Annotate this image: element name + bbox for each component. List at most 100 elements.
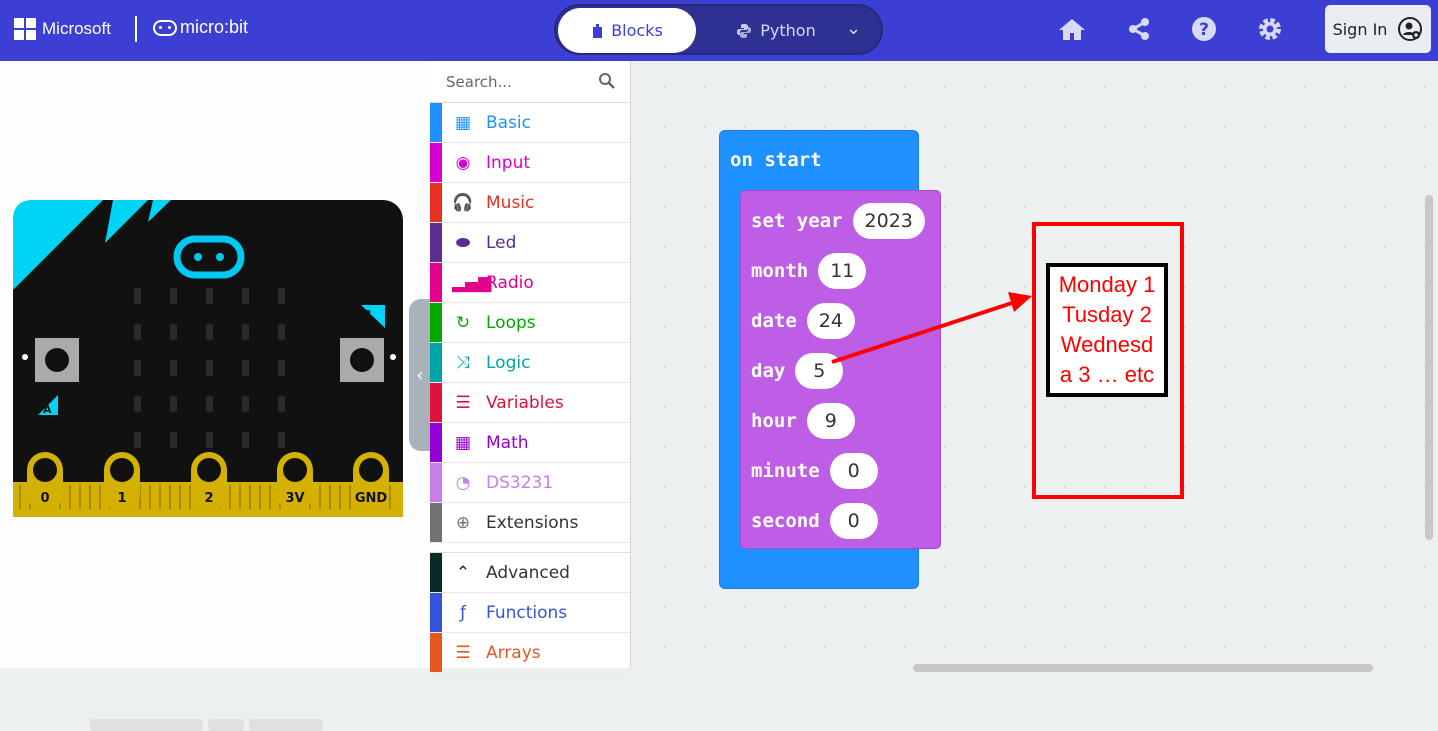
sign-in-label: Sign In: [1332, 19, 1388, 39]
sim-more-button[interactable]: [249, 719, 323, 731]
search-icon[interactable]: [598, 72, 616, 90]
block-row: second 0: [751, 503, 878, 539]
calculator-icon: ▦: [454, 432, 472, 453]
category-label: DS3231: [486, 472, 554, 493]
row-label: month: [751, 260, 809, 282]
category-math[interactable]: ▦ Math: [430, 423, 630, 463]
value-input[interactable]: 11: [818, 253, 867, 289]
divider: [135, 16, 137, 42]
user-icon: [1398, 17, 1423, 41]
share-icon[interactable]: [1124, 14, 1154, 44]
annotation-line: Wednesd: [1060, 332, 1154, 357]
vertical-scrollbar[interactable]: [1425, 195, 1433, 540]
header: Microsoft micro:bit Blocks Python ⌄ ? Si…: [0, 0, 1438, 61]
pin-GND[interactable]: GND: [353, 452, 389, 512]
annotation-line: Monday 1: [1058, 272, 1156, 297]
simulator-panel: A B 0 1 2 3V GND: [0, 61, 430, 731]
row-label: day: [751, 360, 786, 382]
tab-python[interactable]: Python: [716, 8, 836, 53]
horizontal-scrollbar[interactable]: [913, 664, 1373, 672]
collapse-simulator-button[interactable]: ‹: [409, 299, 431, 451]
toolbox: Search... ▦ Basic ◉ Input 🎧 Music ⬬ Led …: [430, 61, 631, 673]
category-arrays[interactable]: ☰ Arrays: [430, 633, 630, 673]
headphones-icon: 🎧: [452, 192, 474, 213]
value-input[interactable]: 9: [806, 403, 855, 439]
category-color-bar: [430, 463, 442, 502]
category-color-bar: [430, 303, 442, 342]
category-radio[interactable]: ▂▄▆ Radio: [430, 263, 630, 303]
value-input[interactable]: 0: [829, 503, 878, 539]
annotation-line: Tusday 2: [1062, 302, 1152, 327]
microbit-board[interactable]: A B 0 1 2 3V GND: [13, 200, 404, 518]
value-input[interactable]: 2023: [852, 203, 925, 239]
row-label: set year: [751, 210, 843, 232]
pin-1[interactable]: 1: [104, 452, 140, 512]
block-row: set year 2023: [751, 203, 925, 239]
category-label: Variables: [486, 392, 564, 413]
category-input[interactable]: ◉ Input: [430, 143, 630, 183]
category-extensions[interactable]: ⊕ Extensions: [430, 503, 630, 543]
value-input[interactable]: 5: [795, 353, 844, 389]
search-box[interactable]: Search...: [430, 61, 630, 103]
sign-in-button[interactable]: Sign In: [1325, 5, 1431, 53]
svg-text:A: A: [43, 403, 52, 416]
microbit-logo[interactable]: micro:bit: [153, 17, 248, 38]
home-icon[interactable]: [1057, 14, 1087, 44]
clock-icon: ◔: [455, 472, 471, 493]
led: [170, 288, 177, 304]
sim-stop-button[interactable]: [90, 719, 203, 731]
search-input[interactable]: Search...: [446, 73, 512, 91]
chevron-down-icon[interactable]: ⌄: [846, 18, 861, 39]
category-basic[interactable]: ▦ Basic: [430, 103, 630, 143]
pin-0[interactable]: 0: [27, 452, 63, 512]
sim-restart-button[interactable]: [208, 719, 244, 731]
svg-text:?: ?: [1199, 20, 1209, 40]
tab-blocks[interactable]: Blocks: [558, 8, 696, 53]
toggle-icon: ⬬: [455, 232, 471, 253]
array-icon: ☰: [455, 642, 471, 663]
chevron-up-icon: ⌃: [455, 562, 471, 583]
led: [170, 432, 177, 448]
ds3231-set-datetime-block[interactable]: set year 2023 month 11 date 24 day 5 hour 9 minute…: [740, 190, 941, 549]
led: [278, 324, 285, 340]
grid-icon: ▦: [454, 112, 472, 133]
svg-text:0: 0: [40, 491, 49, 506]
category-functions[interactable]: ƒ Functions: [430, 593, 630, 633]
shuffle-icon: ⤨: [456, 352, 470, 373]
category-loops[interactable]: ↻ Loops: [430, 303, 630, 343]
category-variables[interactable]: ☰ Variables: [430, 383, 630, 423]
help-icon[interactable]: ?: [1189, 14, 1219, 44]
led: [206, 324, 213, 340]
annotation-line: a 3 … etc: [1059, 362, 1155, 387]
led: [206, 396, 213, 412]
category-logic[interactable]: ⤨ Logic: [430, 343, 630, 383]
category-color-bar: [430, 383, 442, 422]
led: [242, 396, 249, 412]
circle-icon: ◉: [455, 152, 471, 173]
led: [242, 360, 249, 376]
svg-text:1: 1: [117, 491, 126, 506]
category-color-bar: [430, 143, 442, 182]
pin-2[interactable]: 2: [191, 452, 227, 512]
category-color-bar: [430, 183, 442, 222]
category-label: Arrays: [486, 642, 541, 663]
category-label: Math: [486, 432, 529, 453]
category-label: Advanced: [486, 562, 570, 583]
category-label: Functions: [486, 602, 568, 623]
category-label: Input: [486, 152, 531, 173]
led: [206, 360, 213, 376]
value-input[interactable]: 0: [829, 453, 878, 489]
category-led[interactable]: ⬬ Led: [430, 223, 630, 263]
pin-3V[interactable]: 3V: [277, 452, 313, 512]
settings-icon[interactable]: [1255, 14, 1285, 44]
category-music[interactable]: 🎧 Music: [430, 183, 630, 223]
microsoft-logo[interactable]: Microsoft: [14, 18, 111, 40]
category-color-bar: [430, 593, 442, 632]
category-advanced[interactable]: ⌃ Advanced: [430, 553, 630, 593]
svg-text:B: B: [363, 308, 371, 321]
svg-text:3V: 3V: [285, 491, 304, 506]
category-ds3231[interactable]: ◔ DS3231: [430, 463, 630, 503]
annotation-note: Monday 1 Tusday 2 Wednesd a 3 … etc: [1046, 263, 1168, 397]
led: [206, 288, 213, 304]
value-input[interactable]: 24: [806, 303, 855, 339]
